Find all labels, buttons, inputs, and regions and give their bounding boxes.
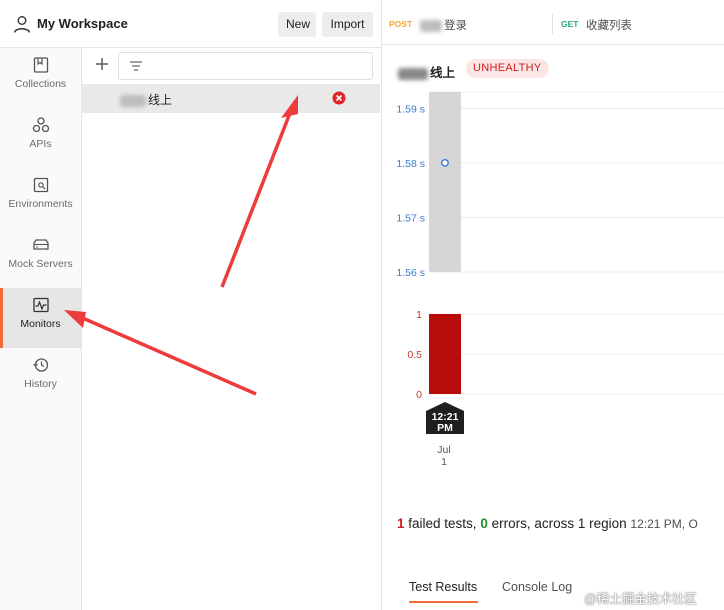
http-method: GET [561, 19, 579, 29]
sidebar-item-apis[interactable]: APIs [0, 108, 81, 168]
y-tick-label: 0.5 [407, 349, 422, 361]
workspace-header: My Workspace New Import [0, 0, 382, 48]
sidebar-item-environments[interactable]: Environments [0, 168, 81, 228]
monitor-list-item[interactable]: 线上 [82, 84, 380, 113]
failed-count: 1 [397, 516, 405, 531]
user-icon[interactable] [12, 14, 32, 34]
sidebar-item-label: Mock Servers [8, 258, 73, 270]
tab-console-log[interactable]: Console Log [502, 580, 572, 594]
monitor-list-item-label: 线上 [120, 91, 172, 108]
y-tick-label: 0 [416, 389, 422, 401]
y-tick-label: 1.59 s [396, 103, 425, 115]
request-tabs: POST 登录 GET 收藏列表 [382, 0, 724, 45]
error-count: 0 [480, 516, 488, 531]
x-tick-label: Jul [437, 444, 450, 456]
sidebar-item-mock-servers[interactable]: Mock Servers [0, 228, 81, 288]
http-method: POST [389, 19, 413, 29]
arrow-to-list-item [220, 95, 298, 288]
sidebar: Collections APIs Environments Mock Serve… [0, 48, 82, 610]
monitor-list-toolbar [82, 48, 382, 84]
failed-text: failed tests, [404, 516, 481, 531]
y-tick-label: 1 [416, 309, 422, 321]
y-tick-label: 1.58 s [396, 158, 425, 170]
monitor-charts: 1.59 s1.58 s1.57 s1.56 s 10.5012:21PMJul… [396, 91, 724, 468]
sidebar-item-label: Collections [14, 78, 67, 90]
sidebar-item-collections[interactable]: Collections [0, 48, 81, 108]
monitor-title: 线上 [398, 62, 455, 81]
active-indicator [0, 288, 3, 348]
sidebar-item-label: History [24, 378, 57, 390]
collections-icon [33, 57, 48, 73]
sidebar-item-label: Environments [8, 198, 73, 210]
sidebar-item-monitors[interactable]: Monitors [0, 288, 81, 348]
tab-test-results[interactable]: Test Results [409, 580, 477, 594]
y-tick-label: 1.56 s [396, 267, 425, 279]
tab-name: 登录 [420, 17, 467, 33]
history-icon [32, 358, 48, 372]
response-time-bar [429, 92, 461, 272]
tab-get-favorites[interactable]: GET 收藏列表 [553, 0, 724, 45]
filter-input[interactable] [118, 52, 373, 80]
redacted-text [398, 67, 428, 80]
watermark: @稀土掘金技术社区 [584, 592, 697, 606]
sidebar-item-label: Monitors [20, 318, 61, 330]
apis-icon [32, 117, 49, 133]
run-summary: 1 failed tests, 0 errors, across 1 regio… [397, 516, 698, 531]
sidebar-item-history[interactable]: History [0, 348, 81, 408]
workspace-title[interactable]: My Workspace [37, 16, 128, 31]
arrow-to-monitors [64, 310, 257, 396]
y-tick-label: 1.57 s [396, 212, 425, 224]
error-text: errors, across 1 region [487, 516, 627, 531]
failed-tests-chart: 10.5012:21PMJul1 [407, 309, 724, 468]
x-tick-label: 1 [441, 456, 447, 468]
mock-servers-icon [32, 239, 49, 250]
tab-post-login[interactable]: POST 登录 [382, 0, 552, 45]
redacted-text [420, 19, 442, 32]
redacted-text [120, 94, 146, 107]
time-marker-label: PM [437, 422, 453, 434]
environments-icon [33, 177, 48, 193]
new-button[interactable]: New [278, 12, 316, 37]
error-status-icon [332, 91, 346, 105]
active-tab-underline [409, 601, 478, 603]
response-time-chart: 1.59 s 1.58 s 1.57 s 1.56 s [396, 91, 724, 279]
filter-icon [130, 61, 142, 71]
failed-tests-bar [429, 314, 461, 394]
run-time: 12:21 PM, O [630, 517, 698, 531]
sidebar-item-label: APIs [29, 138, 52, 150]
status-badge: UNHEALTHY [466, 59, 549, 78]
import-button[interactable]: Import [322, 12, 373, 37]
plus-icon[interactable] [94, 56, 110, 72]
monitors-icon [32, 297, 49, 313]
tab-name: 收藏列表 [586, 20, 632, 32]
response-time-point [441, 159, 449, 167]
